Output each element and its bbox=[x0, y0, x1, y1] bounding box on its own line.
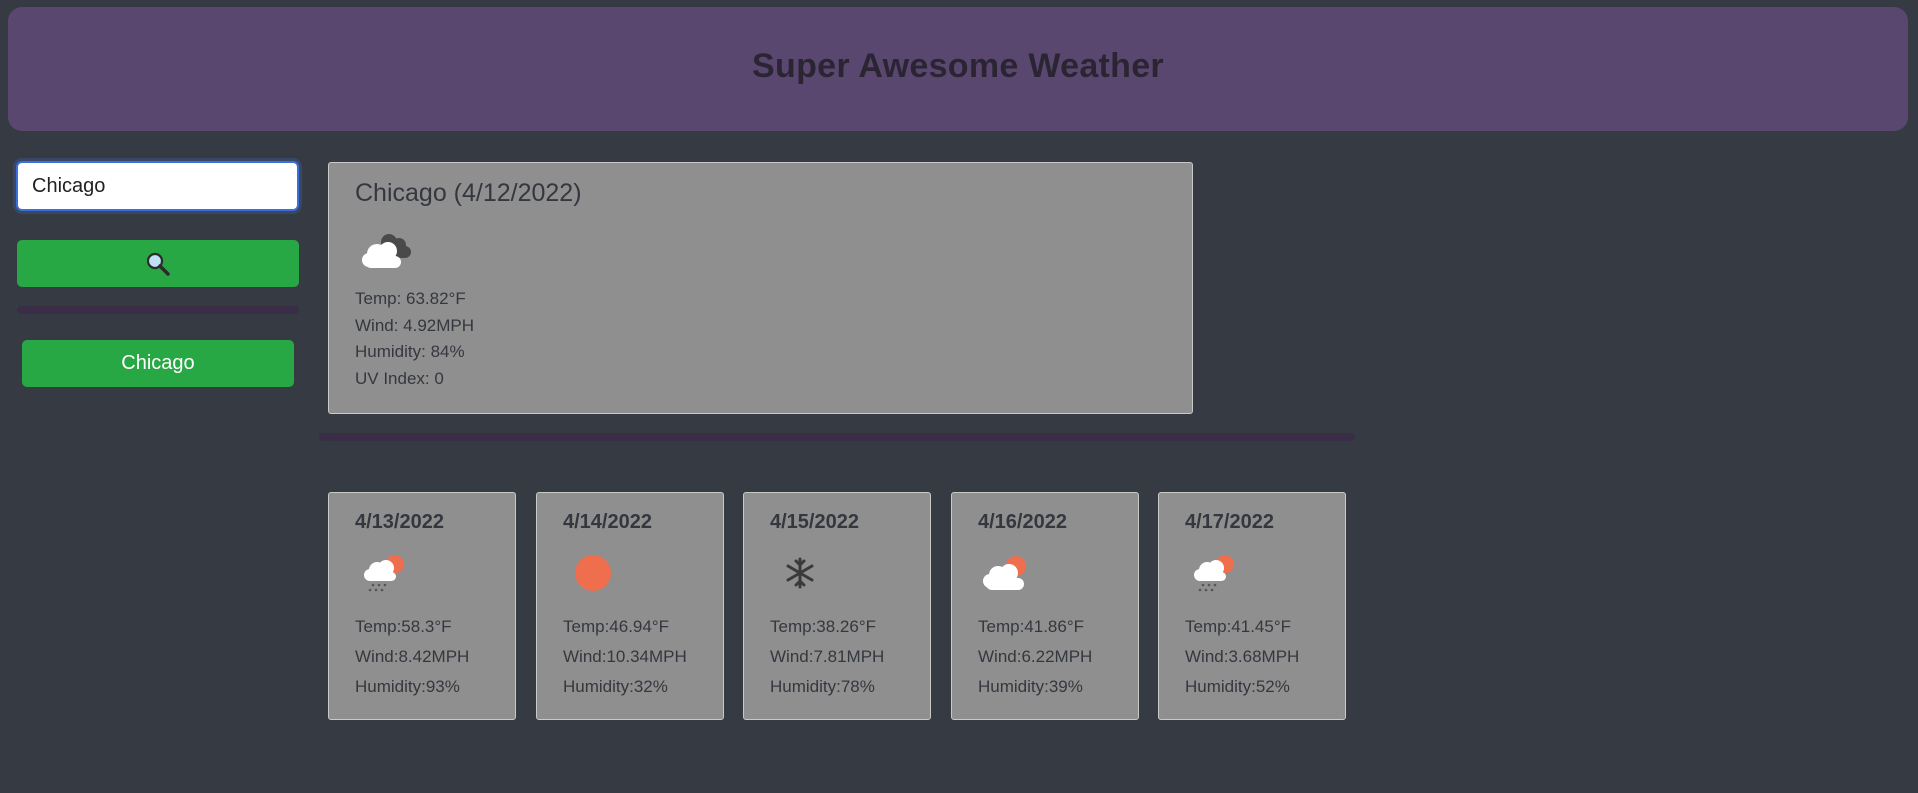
forecast-date: 4/14/2022 bbox=[563, 511, 652, 533]
forecast-temp: Temp:41.45°F bbox=[1185, 617, 1292, 636]
current-wind: Wind: 4.92MPH bbox=[355, 315, 475, 335]
current-temp: Temp: 63.82°F bbox=[355, 289, 466, 308]
sun-icon bbox=[575, 555, 611, 591]
search-button[interactable] bbox=[17, 240, 299, 287]
forecast-card: 4/15/2022 Temp:38.26°F Wind:7.81MPH Humi… bbox=[743, 492, 931, 720]
forecast-humidity: Humidity:93% bbox=[355, 677, 460, 696]
forecast-humidity: Humidity:52% bbox=[1185, 677, 1290, 696]
forecast-date: 4/15/2022 bbox=[770, 511, 859, 533]
forecast-wind: Wind:8.42MPH bbox=[355, 647, 470, 666]
forecast-humidity: Humidity:78% bbox=[770, 677, 875, 696]
app-header: Super Awesome Weather bbox=[8, 7, 1908, 131]
snowflake-icon bbox=[786, 557, 814, 589]
city-search-input[interactable] bbox=[16, 161, 299, 211]
forecast-temp: Temp:46.94°F bbox=[563, 617, 670, 636]
forecast-wind: Wind:10.34MPH bbox=[563, 647, 687, 666]
app-title: Super Awesome Weather bbox=[752, 46, 1164, 85]
sidebar-divider bbox=[17, 306, 299, 314]
forecast-card: 4/17/2022 Temp:41.45°F Wind:3.68MPH Humi… bbox=[1158, 492, 1346, 720]
current-city-title: Chicago (4/12/2022) bbox=[355, 179, 582, 207]
forecast-date: 4/17/2022 bbox=[1185, 511, 1274, 533]
forecast-wind: Wind:7.81MPH bbox=[770, 647, 885, 666]
forecast-humidity: Humidity:39% bbox=[978, 677, 1083, 696]
current-humidity: Humidity: 84% bbox=[355, 342, 465, 361]
forecast-temp: Temp:38.26°F bbox=[770, 617, 877, 636]
forecast-date: 4/16/2022 bbox=[978, 511, 1067, 533]
forecast-humidity: Humidity:32% bbox=[563, 677, 668, 696]
forecast-card: 4/16/2022 Temp:41.86°F Wind:6.22MPH Humi… bbox=[951, 492, 1139, 720]
rain-sun-icon bbox=[1194, 555, 1234, 592]
search-icon bbox=[146, 252, 170, 276]
forecast-date: 4/13/2022 bbox=[355, 511, 444, 533]
forecast-wind: Wind:6.22MPH bbox=[978, 647, 1093, 666]
partly-cloudy-icon bbox=[983, 556, 1026, 590]
forecast-wind: Wind:3.68MPH bbox=[1185, 647, 1300, 666]
current-uv-index: UV Index: 0 bbox=[355, 368, 444, 388]
history-button-chicago[interactable]: Chicago bbox=[22, 340, 294, 387]
rain-sun-icon bbox=[364, 555, 404, 592]
cloudy-icon bbox=[362, 234, 411, 268]
forecast-card: 4/13/2022 Temp:58.3°F Wind:8.42MPH Humid… bbox=[328, 492, 516, 720]
forecast-temp: Temp:58.3°F bbox=[355, 617, 452, 636]
forecast-temp: Temp:41.86°F bbox=[978, 617, 1085, 636]
forecast-card: 4/14/2022 Temp:46.94°F Wind:10.34MPH Hum… bbox=[536, 492, 724, 720]
current-weather-card: Chicago (4/12/2022) Temp: 63.82°F Wind: … bbox=[328, 162, 1193, 414]
main-divider bbox=[319, 433, 1355, 441]
